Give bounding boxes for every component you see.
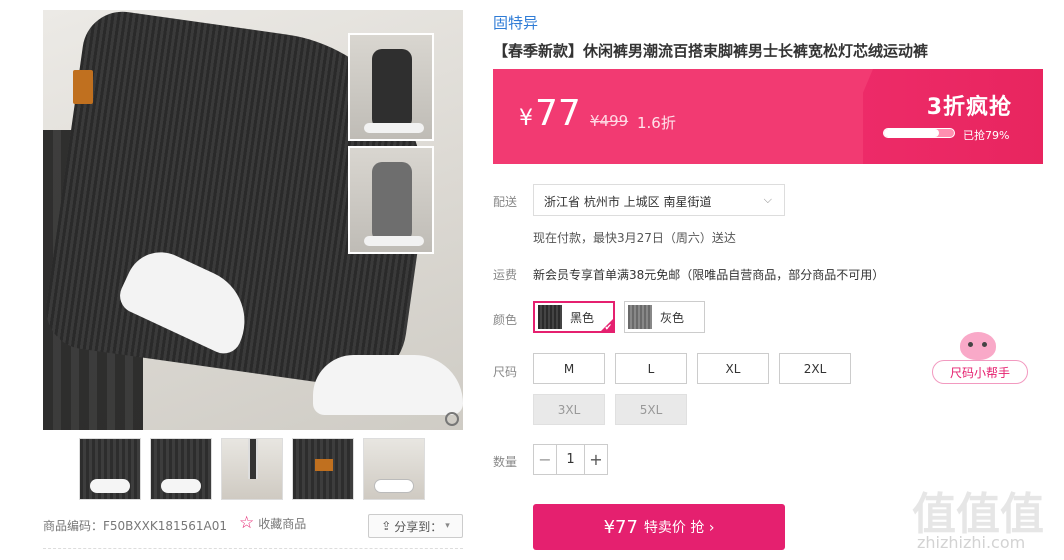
chevron-down-icon: ▾: [445, 521, 450, 531]
favorite-button[interactable]: ☆ 收藏商品: [239, 514, 306, 532]
color-option-label: 黑色: [570, 310, 595, 325]
size-helper[interactable]: 尺码小帮手: [932, 332, 1028, 386]
favorite-label: 收藏商品: [258, 516, 307, 531]
color-option-grey[interactable]: 灰色: [624, 301, 705, 333]
delivery-eta: 现在付款，最快3月27日（周六）送达: [533, 231, 736, 245]
product-code: 商品编码：F50BXXK181561A01: [43, 519, 228, 533]
brand-link[interactable]: 固特异: [493, 12, 538, 33]
shoe-graphic: [313, 355, 463, 415]
quantity-label: 数量: [493, 455, 518, 469]
check-icon: ✔: [604, 323, 612, 333]
color-option-black[interactable]: 黑色 ✔: [533, 301, 615, 333]
size-option-m[interactable]: M: [533, 353, 605, 384]
inset-photo-black: [348, 33, 434, 141]
buy-label: 特卖价 抢 ›: [643, 520, 715, 536]
thumbnail-4[interactable]: [292, 438, 354, 500]
thumbnail-3[interactable]: [221, 438, 283, 500]
gallery-meta: 商品编码：F50BXXK181561A01 ☆ 收藏商品 ⇪ 分享到： ▾: [43, 514, 463, 538]
plus-button[interactable]: +: [585, 445, 607, 474]
current-price: ¥ 77: [519, 93, 581, 134]
chevron-down-icon: ⌵: [763, 193, 772, 206]
minus-button[interactable]: −: [534, 445, 556, 474]
thumbnail-2[interactable]: [150, 438, 212, 500]
size-helper-label: 尺码小帮手: [932, 360, 1028, 384]
size-option-3xl: 3XL: [533, 394, 605, 425]
address-select[interactable]: 浙江省 杭州市 上城区 南星街道 ⌵: [533, 184, 785, 216]
thumbnail-5[interactable]: [363, 438, 425, 500]
size-option-xl[interactable]: XL: [697, 353, 769, 384]
mascot-icon: [960, 332, 996, 360]
freight-text: 新会员专享首单满38元免邮（限唯品自营商品，部分商品不可用）: [533, 268, 885, 282]
size-option-5xl: 5XL: [615, 394, 687, 425]
divider: [43, 548, 463, 549]
color-label: 颜色: [493, 313, 518, 327]
price-panel: ¥ 77 ¥499 1.6折 3折疯抢 已抢79%: [493, 69, 1043, 164]
sold-progress-label: 已抢79%: [963, 129, 1010, 142]
share-dropdown[interactable]: ⇪ 分享到： ▾: [368, 514, 463, 538]
color-swatch-black: [538, 305, 562, 329]
main-product-image[interactable]: [43, 10, 463, 430]
color-swatch-grey: [628, 305, 652, 329]
freight-label: 运费: [493, 268, 518, 282]
inset-photo-grey: [348, 146, 434, 254]
buy-price: ¥77: [603, 516, 638, 538]
quantity-stepper: − 1 +: [533, 444, 608, 475]
thumbnail-1[interactable]: [79, 438, 141, 500]
zoom-icon[interactable]: [445, 412, 459, 426]
size-option-2xl[interactable]: 2XL: [779, 353, 851, 384]
buy-button[interactable]: ¥77 特卖价 抢 ›: [533, 504, 785, 550]
discount-rate: 1.6折: [637, 114, 676, 132]
delivery-label: 配送: [493, 195, 518, 209]
share-icon: ⇪: [381, 519, 392, 533]
size-label: 尺码: [493, 365, 518, 379]
product-title: 【春季新款】休闲裤男潮流百搭束脚裤男士长裤宽松灯芯绒运动裤: [493, 42, 929, 60]
size-option-l[interactable]: L: [615, 353, 687, 384]
flash-sale-label: 3折疯抢: [926, 95, 1012, 120]
color-option-label: 灰色: [660, 310, 685, 325]
quantity-input[interactable]: 1: [556, 445, 585, 474]
star-icon: ☆: [239, 513, 255, 533]
original-price: ¥499: [590, 112, 629, 130]
watermark-url: zhizhizhi.com: [917, 533, 1026, 552]
brand-patch-graphic: [73, 70, 93, 104]
thumbnail-strip: [79, 438, 425, 500]
share-label: 分享到：: [394, 519, 443, 534]
sold-progress-bar: [883, 128, 955, 138]
address-value: 浙江省 杭州市 上城区 南星街道: [544, 195, 712, 209]
